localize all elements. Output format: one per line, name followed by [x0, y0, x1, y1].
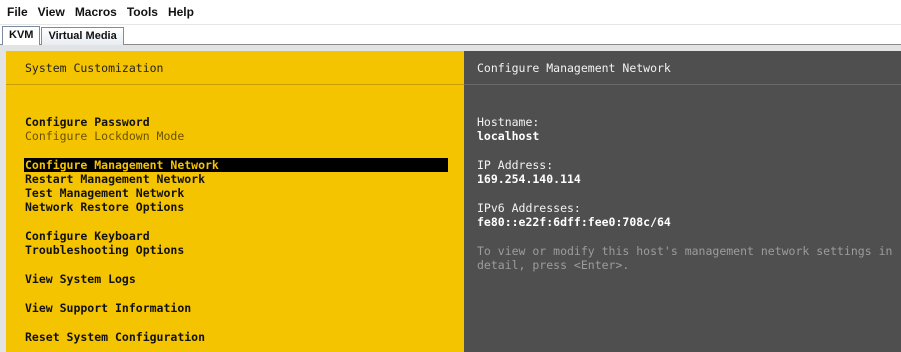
menu-entry-view-support-information[interactable]: View Support Information: [25, 301, 191, 315]
network-details-pane: Configure Management Network Hostname: l…: [464, 51, 901, 352]
menu-view[interactable]: View: [33, 0, 70, 25]
menu-entry-configure-keyboard[interactable]: Configure Keyboard: [25, 229, 150, 243]
menu-macros[interactable]: Macros: [70, 0, 122, 25]
hint-text-line-2: detail, press <Enter>.: [477, 258, 630, 272]
menu-entry-troubleshooting-options[interactable]: Troubleshooting Options: [25, 243, 184, 257]
tab-virtual-media[interactable]: Virtual Media: [41, 27, 124, 45]
menu-tools[interactable]: Tools: [122, 0, 163, 25]
menu-entry-view-system-logs[interactable]: View System Logs: [25, 272, 136, 286]
menu-entry-configure-lockdown-mode[interactable]: Configure Lockdown Mode: [25, 129, 184, 143]
menu-entry-reset-system-configuration[interactable]: Reset System Configuration: [25, 330, 205, 344]
system-customization-pane: System Customization Configure Password …: [6, 51, 464, 352]
left-pane-title: System Customization: [6, 51, 464, 85]
menu-help[interactable]: Help: [163, 0, 199, 25]
menu-entry-configure-management-network[interactable]: Configure Management Network: [24, 158, 448, 172]
menu-file[interactable]: File: [2, 0, 33, 25]
menu-entry-restart-management-network[interactable]: Restart Management Network: [25, 172, 205, 186]
menu-bar: File View Macros Tools Help: [0, 0, 901, 25]
ip-address-value: 169.254.140.114: [477, 172, 581, 186]
tab-kvm[interactable]: KVM: [2, 26, 41, 45]
hint-text-line-1: To view or modify this host's management…: [477, 244, 893, 258]
menu-entry-test-management-network[interactable]: Test Management Network: [25, 186, 184, 200]
menu-entry-configure-password[interactable]: Configure Password: [25, 115, 150, 129]
ipv6-addresses-value: fe80::e22f:6dff:fee0:708c/64: [477, 215, 671, 229]
hostname-label: Hostname:: [477, 115, 540, 129]
menu-entry-network-restore-options[interactable]: Network Restore Options: [25, 200, 184, 214]
right-pane-title: Configure Management Network: [464, 51, 901, 85]
kvm-console[interactable]: System Customization Configure Password …: [0, 45, 901, 352]
ip-address-label: IP Address:: [477, 158, 554, 172]
hostname-value: localhost: [477, 129, 540, 143]
tab-bar: KVM Virtual Media: [0, 25, 901, 45]
ipv6-addresses-label: IPv6 Addresses:: [477, 201, 581, 215]
